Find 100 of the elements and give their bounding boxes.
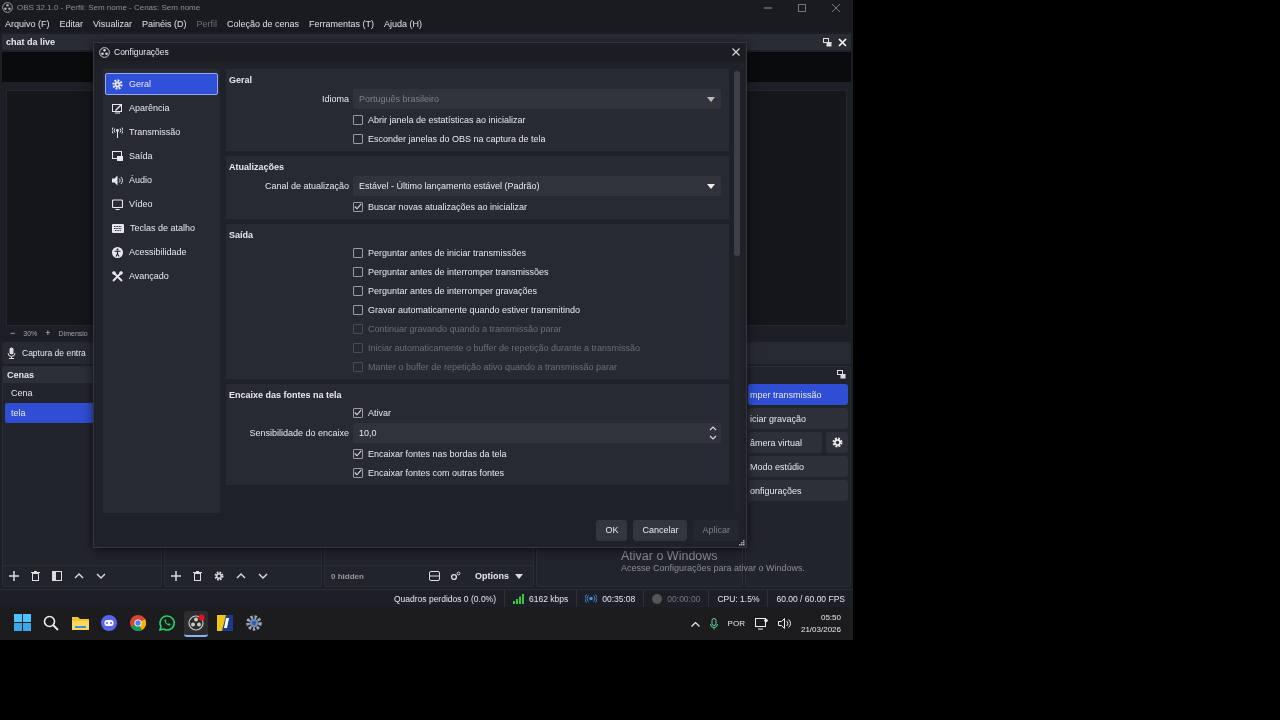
add-icon[interactable]	[171, 571, 181, 581]
chevron-up-icon[interactable]	[690, 620, 700, 627]
folder-icon	[71, 615, 89, 630]
trash-icon[interactable]	[31, 571, 40, 581]
control-button[interactable]: iciar gravação	[748, 408, 848, 429]
trash-icon[interactable]	[193, 571, 202, 581]
caret-icon	[707, 96, 715, 102]
output-icon	[112, 150, 123, 162]
menu-item[interactable]: Ferramentas (T)	[309, 18, 374, 29]
checkbox-label: Buscar novas atualizações ao inicializar	[368, 201, 528, 212]
language-indicator[interactable]: POR	[727, 619, 745, 628]
dialog-button[interactable]: Cancelar	[633, 519, 688, 541]
checkbox[interactable]	[353, 266, 363, 277]
checkbox-label: Esconder janelas do OBS na captura de tela	[368, 133, 546, 144]
settings-nav-item[interactable]: Geral	[105, 73, 218, 95]
layout-icon[interactable]	[429, 571, 440, 581]
signal-icon	[513, 593, 524, 604]
settings-nav-item[interactable]: Avançado	[105, 265, 218, 287]
checkbox[interactable]	[353, 407, 363, 418]
settings-button[interactable]	[826, 432, 848, 453]
settings-nav-item[interactable]: Saída	[105, 145, 218, 167]
menu-item[interactable]: Visualizar	[93, 18, 132, 29]
field-label: Canal de atualização	[264, 181, 349, 191]
control-button[interactable]: onfigurações	[748, 480, 848, 501]
checkbox-label: Gravar automaticamente quando estiver transmitindo	[368, 304, 581, 315]
menu-item[interactable]: Painéis (D)	[141, 18, 187, 29]
field-label: Idioma	[322, 94, 349, 104]
up-icon[interactable]	[74, 573, 84, 579]
activation-title: Ativar o Windows	[621, 549, 719, 563]
group-title: Atualizações	[229, 161, 285, 174]
checkbox[interactable]	[353, 467, 363, 478]
bitrate: 6162 kbps	[529, 593, 569, 604]
browser-icon	[130, 614, 146, 631]
options-button[interactable]: Options	[471, 571, 527, 581]
down-icon[interactable]	[258, 573, 268, 579]
dock-title: Cenas	[7, 370, 34, 380]
float-icon[interactable]	[837, 369, 846, 379]
control-button[interactable]: Modo estúdio	[748, 456, 848, 477]
maximize-icon[interactable]	[797, 2, 807, 13]
checkbox[interactable]	[353, 247, 363, 258]
settings-nav-item[interactable]: Teclas de atalho	[105, 217, 218, 239]
taskbar-app[interactable]	[184, 610, 208, 637]
clock-date[interactable]: 21/03/2026	[800, 623, 841, 636]
clock-time[interactable]: 05:50	[820, 611, 841, 624]
settings-nav-item[interactable]: Acessibilidade	[105, 241, 218, 263]
network-icon[interactable]	[754, 617, 768, 630]
dropdown[interactable]: Estável - Último lançamento estável (Padrão)	[353, 176, 721, 196]
panel-icon[interactable]	[52, 571, 62, 581]
checkbox[interactable]	[353, 304, 363, 315]
menu-item[interactable]: Coleção de cenas	[226, 18, 299, 29]
checkbox-label: Ativar	[368, 407, 391, 418]
down-icon[interactable]	[96, 573, 106, 579]
group-title: Geral	[229, 74, 252, 87]
float-icon[interactable]	[823, 37, 832, 47]
zoom-out-button[interactable]: −	[10, 328, 16, 338]
recorder-app-icon	[187, 614, 205, 631]
microphone-icon[interactable]	[709, 617, 718, 630]
checkbox[interactable]	[353, 133, 363, 144]
group-title: Saída	[229, 229, 253, 242]
microphone-icon	[7, 347, 16, 359]
dock-title: chat da live	[6, 37, 56, 47]
field-label: Sensibilidade do encaixe	[249, 428, 349, 438]
start-menu-icon	[13, 614, 31, 631]
gears-icon[interactable]	[450, 571, 461, 581]
settings-nav-item[interactable]: Aparência	[105, 97, 218, 119]
speaker-icon[interactable]	[777, 618, 791, 629]
chat-app-icon	[101, 614, 117, 631]
settings-nav-item[interactable]: Transmissão	[105, 121, 218, 143]
checkbox[interactable]	[353, 201, 363, 212]
settings-nav-item[interactable]: Vídeo	[105, 193, 218, 215]
settings-icon	[246, 614, 262, 631]
search-icon	[43, 614, 59, 631]
checkbox[interactable]	[353, 114, 363, 125]
stream-time: 00:35:08	[602, 593, 636, 604]
control-button[interactable]: mper transmissão	[748, 384, 848, 405]
gear-icon[interactable]	[214, 571, 224, 581]
app-logo-icon	[99, 46, 110, 58]
record-time: 00:00:00	[667, 593, 701, 604]
settings-nav-item[interactable]: Áudio	[105, 169, 218, 191]
zoom-in-button[interactable]: +	[45, 328, 51, 338]
cpu-usage: CPU: 1.5%	[717, 593, 760, 604]
menu-item[interactable]: Editar	[59, 18, 84, 29]
add-icon[interactable]	[9, 571, 19, 581]
hidden-count: 0 hidden	[331, 571, 364, 581]
caret-icon	[707, 183, 715, 189]
checkbox[interactable]	[353, 448, 363, 459]
checkbox[interactable]	[353, 285, 363, 296]
menu-item[interactable]: Arquivo (F)	[5, 18, 50, 29]
number-field[interactable]: 10,0	[353, 423, 721, 443]
dialog-button[interactable]: OK	[596, 519, 628, 541]
dialog-title: Configurações	[114, 47, 169, 57]
resize-grip-icon[interactable]	[739, 540, 745, 546]
game-icon	[217, 614, 233, 631]
control-button[interactable]: âmera virtual	[748, 432, 822, 453]
window-title: OBS 32.1.0 - Perfil: Sem nome - Cenas: Sem nome	[17, 3, 201, 12]
menu-item[interactable]: Ajuda (H)	[384, 18, 422, 29]
spinner-arrows-icon[interactable]	[709, 425, 717, 441]
app-logo-icon	[2, 2, 13, 13]
up-icon[interactable]	[236, 573, 246, 579]
broadcast-icon	[585, 594, 598, 603]
